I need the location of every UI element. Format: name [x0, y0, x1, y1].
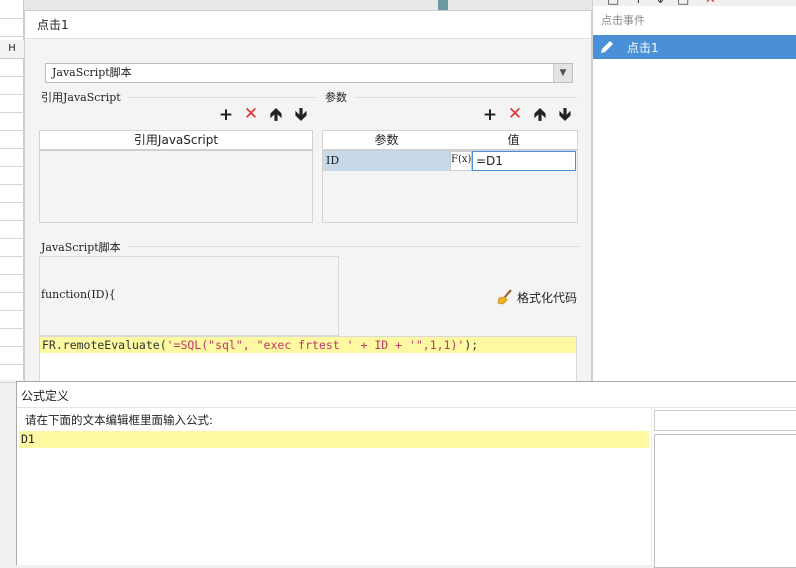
ref-js-column-header[interactable]: 引用JavaScript: [40, 131, 313, 151]
column-header-h: H: [0, 40, 24, 59]
function-list[interactable]: [654, 434, 796, 568]
file-icon[interactable]: □: [607, 0, 619, 6]
formula-editor[interactable]: D1: [19, 431, 651, 565]
divider: [129, 97, 315, 98]
script-label: JavaScript脚本: [41, 241, 121, 254]
event-list-panel: □ + ↓ □ ✕ 点击事件 点击1: [592, 0, 796, 382]
dialog-title: 点击1: [25, 11, 591, 39]
formula-dialog: 公式定义 请在下面的文本编辑框里面输入公式: D1: [16, 381, 796, 568]
add-icon[interactable]: +: [481, 106, 499, 124]
ref-js-table: 引用JavaScript: [39, 130, 313, 223]
formula-text: D1: [19, 431, 649, 448]
param-value-header[interactable]: 值: [450, 131, 577, 151]
code-string: '=SQL("sql", "exec frtest ' + ID + '",1,…: [166, 338, 465, 352]
divider: [355, 97, 577, 98]
params-label: 参数: [325, 91, 347, 104]
script-type-value: JavaScript脚本: [52, 66, 132, 79]
param-name-cell[interactable]: ID: [323, 151, 450, 171]
param-name-header[interactable]: 参数: [323, 131, 451, 151]
param-value-input[interactable]: =D1: [472, 151, 576, 171]
arrow-up-icon[interactable]: 🡹: [531, 106, 549, 124]
code-line: FR.remoteEvaluate('=SQL("sql", "exec frt…: [40, 337, 576, 353]
script-type-select[interactable]: JavaScript脚本 ▼: [45, 63, 573, 83]
add-icon[interactable]: +: [633, 0, 644, 6]
arrow-up-icon[interactable]: 🡹: [267, 106, 285, 124]
function-signature: function(ID){: [41, 288, 116, 301]
code-end: );: [464, 338, 479, 352]
ref-js-label: 引用JavaScript: [41, 91, 121, 104]
arrow-down-icon[interactable]: ↓: [655, 0, 666, 6]
divider: [129, 246, 579, 247]
broom-icon: [497, 289, 512, 305]
function-search-input[interactable]: [654, 410, 796, 431]
formula-fx-button[interactable]: F(x): [450, 151, 472, 171]
add-icon[interactable]: +: [217, 106, 235, 124]
divider: [17, 407, 796, 408]
formula-dialog-title: 公式定义: [21, 389, 70, 403]
format-code-button[interactable]: 格式化代码: [497, 287, 577, 307]
delete-icon[interactable]: ✕: [506, 105, 524, 123]
arrow-down-icon[interactable]: 🡻: [556, 106, 574, 124]
spreadsheet-background: H: [0, 0, 24, 383]
format-code-label: 格式化代码: [517, 290, 578, 305]
event-list-header: 点击事件: [601, 14, 645, 27]
chevron-down-icon[interactable]: ▼: [553, 64, 572, 82]
event-item-click1[interactable]: 点击1: [593, 35, 796, 59]
event-item-label: 点击1: [627, 41, 659, 55]
background-strip: [24, 0, 592, 10]
copy-icon[interactable]: □: [677, 0, 689, 6]
delete-icon[interactable]: ✕: [705, 0, 716, 6]
code-call: FR.remoteEvaluate(: [42, 338, 167, 352]
pencil-icon: [601, 41, 613, 53]
delete-icon[interactable]: ✕: [242, 105, 260, 123]
params-table: 参数 值 ID F(x) =D1: [322, 130, 578, 223]
code-editor[interactable]: FR.remoteEvaluate('=SQL("sql", "exec frt…: [39, 336, 577, 382]
divider: [651, 408, 652, 566]
arrow-down-icon[interactable]: 🡻: [292, 106, 310, 124]
event-dialog: 点击1 JavaScript脚本 ▼ 引用JavaScript + ✕ 🡹 🡻 …: [24, 10, 592, 382]
event-toolbar: □ + ↓ □ ✕: [593, 0, 796, 6]
formula-prompt: 请在下面的文本编辑框里面输入公式:: [25, 413, 213, 427]
